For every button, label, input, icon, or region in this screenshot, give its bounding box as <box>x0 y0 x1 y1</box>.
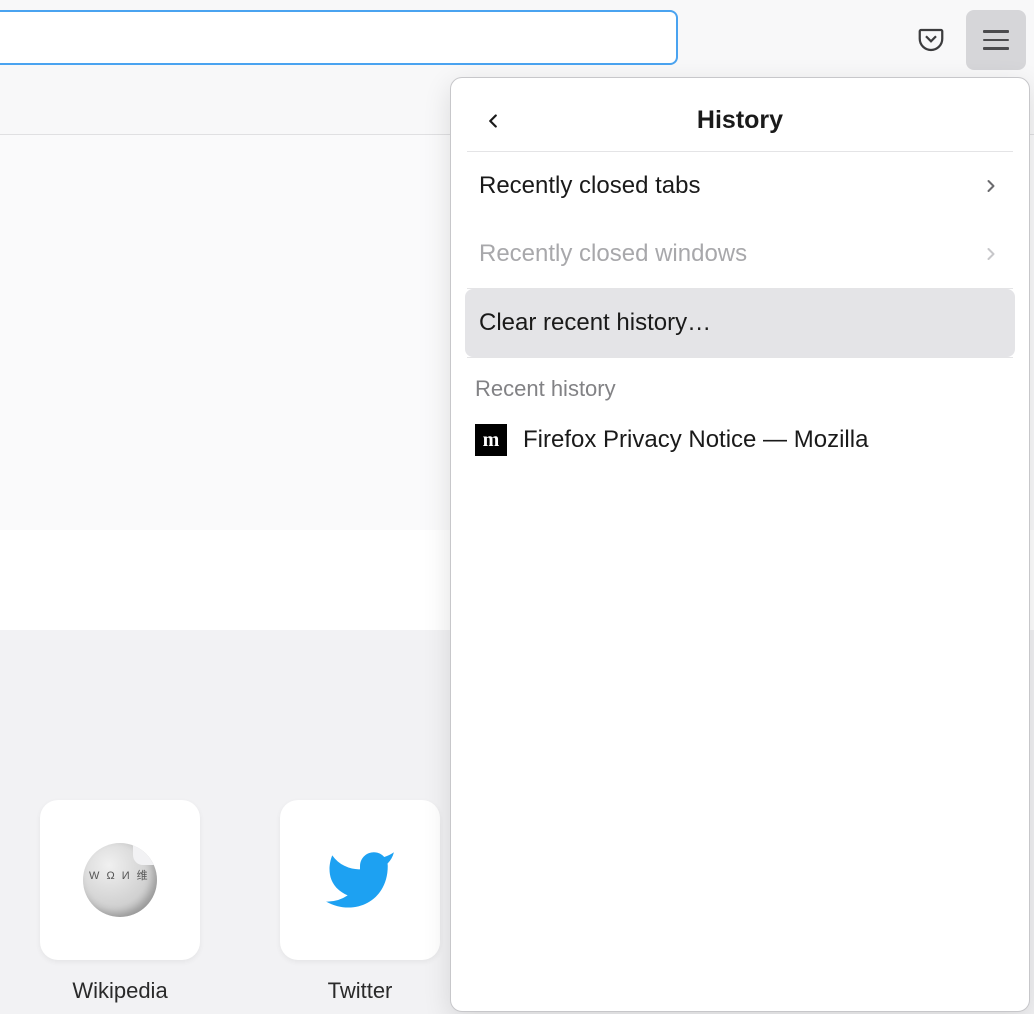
shortcut-tile <box>40 800 200 960</box>
clear-recent-history-item[interactable]: Clear recent history… <box>465 289 1015 357</box>
chevron-right-icon <box>981 176 1001 196</box>
menu-item-label: Recently closed windows <box>479 240 747 268</box>
recently-closed-tabs-item[interactable]: Recently closed tabs <box>465 152 1015 220</box>
shortcut-twitter[interactable]: Twitter <box>280 800 440 1004</box>
shortcut-tile <box>280 800 440 960</box>
twitter-icon <box>323 843 397 917</box>
pocket-button[interactable] <box>904 13 958 67</box>
recent-history-label: Recent history <box>461 358 1019 416</box>
panel-header: History <box>467 90 1013 152</box>
browser-toolbar <box>0 0 1034 80</box>
wikipedia-icon <box>83 843 157 917</box>
shortcut-label: Wikipedia <box>72 978 167 1004</box>
pocket-icon <box>916 25 946 55</box>
history-entry-title: Firefox Privacy Notice — Mozilla <box>523 426 868 454</box>
history-entry[interactable]: m Firefox Privacy Notice — Mozilla <box>461 416 1019 464</box>
recently-closed-windows-item: Recently closed windows <box>465 220 1015 288</box>
shortcut-label: Twitter <box>328 978 393 1004</box>
chevron-right-icon <box>981 244 1001 264</box>
menu-item-label: Clear recent history… <box>479 309 711 337</box>
address-bar[interactable] <box>0 10 678 65</box>
toolbar-icons-group <box>904 0 1034 80</box>
shortcut-wikipedia[interactable]: Wikipedia <box>40 800 200 1004</box>
menu-button[interactable] <box>966 10 1026 70</box>
back-button[interactable] <box>471 99 515 143</box>
chevron-left-icon <box>482 110 504 132</box>
menu-item-label: Recently closed tabs <box>479 172 700 200</box>
history-panel: History Recently closed tabs Recently cl… <box>450 77 1030 1012</box>
mozilla-favicon: m <box>475 424 507 456</box>
hamburger-icon <box>983 30 1009 33</box>
panel-title: History <box>697 106 783 135</box>
